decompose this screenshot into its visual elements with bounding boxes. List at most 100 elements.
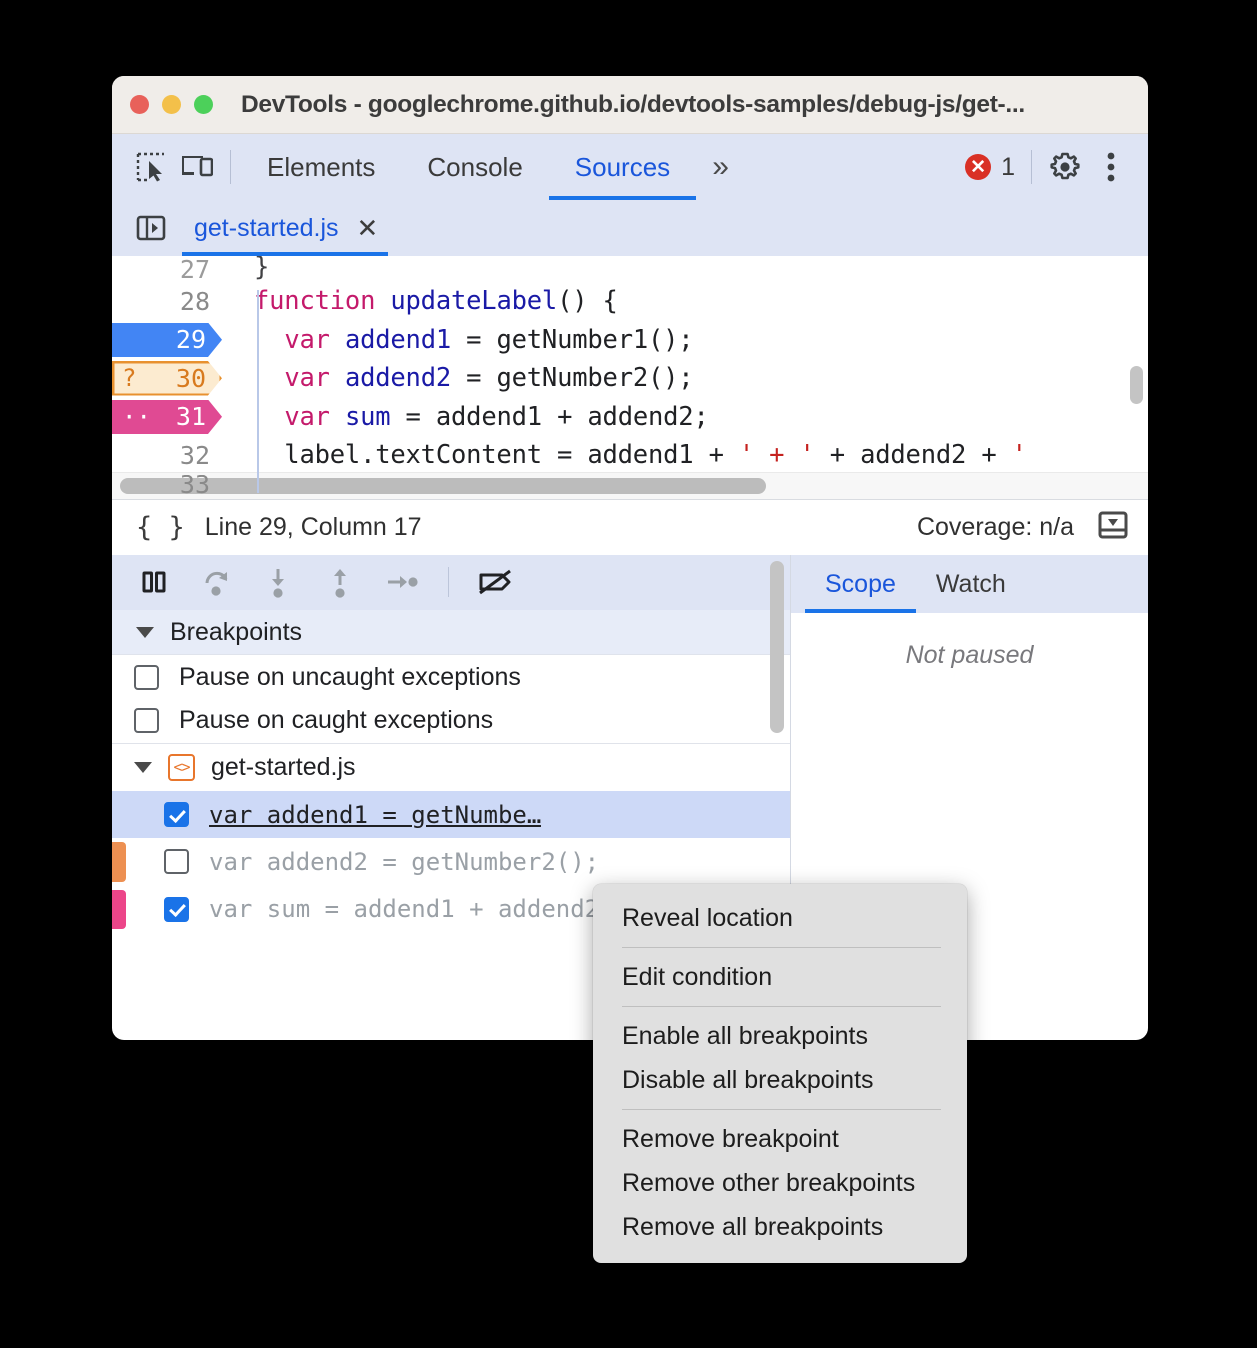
menu-item-remove-breakpoint[interactable]: Remove breakpoint [593,1117,967,1161]
breakpoint-enabled-checkbox[interactable] [164,802,189,828]
indent-guide [257,290,259,493]
line-number-gutter-29[interactable]: 29 [112,321,228,360]
minimize-window-button[interactable] [162,95,181,114]
close-icon[interactable]: ✕ [357,215,379,241]
step-icon[interactable] [380,560,424,604]
menu-separator [622,1006,941,1007]
source-file-tabstrip: get-started.js ✕ [112,200,1148,256]
breakpoint-code-text: var addend1 = getNumbe… [209,800,542,829]
line-number: 33 [179,474,210,495]
panel-tabs: Elements Console Sources [241,134,697,200]
menu-item-remove-all-breakpoints[interactable]: Remove all breakpoints [593,1205,967,1249]
tab-watch[interactable]: Watch [916,555,1026,613]
tab-scope-label: Scope [825,569,896,598]
menu-item-edit-condition[interactable]: Edit condition [593,955,967,999]
debugger-toolbar [112,555,790,610]
code-rows: 27 } 28 function updateLabel() { 29 var … [112,256,1148,495]
line-number: 27 [179,256,210,282]
error-badge[interactable]: ✕ 1 [959,153,1021,182]
breakpoint-marker-conditional[interactable]: ? 30 [112,361,222,396]
error-count: 1 [1001,152,1015,181]
code-line-29: 29 var addend1 = getNumber1(); [112,321,1148,360]
code-editor[interactable]: 27 } 28 function updateLabel() { 29 var … [112,256,1148,499]
tab-console[interactable]: Console [401,134,548,200]
line-number-gutter-31[interactable]: ·· 31 [112,398,228,437]
code-line-28: 28 function updateLabel() { [112,282,1148,321]
window-controls [130,95,213,114]
js-file-icon: <> [168,753,195,781]
breakpoint-list-item[interactable]: var addend2 = getNumber2(); [112,838,790,886]
line-code: label.textContent = addend1 + ' + ' + ad… [254,440,1027,471]
file-tab-label: get-started.js [194,213,339,242]
breakpoint-marker-logpoint[interactable]: ·· 31 [112,400,222,435]
pause-icon[interactable] [132,560,176,604]
error-icon: ✕ [965,154,992,180]
tab-sources-label: Sources [574,151,671,182]
breakpoint-marker-blue[interactable]: 29 [112,323,222,358]
menu-separator [622,947,941,948]
step-into-icon[interactable] [256,560,300,604]
menu-item-reveal-location[interactable]: Reveal location [593,896,967,940]
breakpoint-enabled-checkbox[interactable] [164,849,189,875]
line-code: function updateLabel() { [254,286,618,317]
window-titlebar: DevTools - googlechrome.github.io/devtoo… [112,76,1148,134]
scope-empty-message: Not paused [905,641,1034,669]
pause-on-caught-exceptions-checkbox[interactable] [134,708,159,734]
tab-sources[interactable]: Sources [548,134,697,200]
step-out-icon[interactable] [318,560,362,604]
pause-on-uncaught-exceptions-label: Pause on uncaught exceptions [179,662,521,691]
step-over-icon[interactable] [194,560,238,604]
deactivate-breakpoints-icon[interactable] [473,560,517,604]
debugger-split: Breakpoints Pause on uncaught exceptions… [112,555,1148,933]
line-code: var addend2 = getNumber2(); [284,363,694,394]
menu-item-enable-all-breakpoints[interactable]: Enable all breakpoints [593,1014,967,1058]
tab-elements-label: Elements [267,151,376,182]
line-code: var addend1 = getNumber1(); [284,324,694,355]
inspect-element-icon[interactable] [128,144,174,190]
line-number: 28 [179,286,210,316]
line-number-gutter-30[interactable]: ? 30 [112,359,228,398]
breakpoints-scrollbar[interactable] [770,561,784,733]
breakpoint-code-text: var addend2 = getNumber2(); [209,847,600,876]
pause-on-uncaught-exceptions-checkbox[interactable] [134,664,159,690]
menu-item-disable-all-breakpoints[interactable]: Disable all breakpoints [593,1058,967,1102]
breakpoint-enabled-checkbox[interactable] [164,896,189,922]
toolbar-divider-2 [1031,150,1032,184]
conditional-breakpoint-glyph: ? [122,364,137,393]
kebab-menu-icon[interactable] [1088,144,1134,190]
breakpoints-section-title: Breakpoints [170,617,303,646]
breakpoint-color-edge [112,889,126,929]
pause-on-caught-exceptions-row[interactable]: Pause on caught exceptions [112,699,790,743]
toolbar-divider [448,567,449,598]
line-code: var sum = addend1 + addend2; [284,401,709,432]
file-tab-get-started-js[interactable]: get-started.js ✕ [174,200,396,256]
breakpoint-list-item[interactable]: var addend1 = getNumbe… [112,790,790,839]
pause-on-uncaught-exceptions-row[interactable]: Pause on uncaught exceptions [112,655,790,700]
device-toolbar-icon[interactable] [174,144,220,190]
breakpoint-code-text: var sum = addend1 + addend2; [209,895,614,924]
line-code: } [254,256,270,282]
code-line-32: 32 label.textContent = addend1 + ' + ' +… [112,436,1148,475]
line-number: 32 [179,440,210,470]
menu-item-remove-other-breakpoints[interactable]: Remove other breakpoints [593,1161,967,1205]
scope-watch-tabstrip: Scope Watch [791,555,1148,613]
chevron-down-icon [134,761,152,773]
pretty-print-icon[interactable]: { } [136,512,185,543]
editor-vertical-scrollbar[interactable] [1130,366,1143,404]
close-window-button[interactable] [130,95,149,114]
breakpoint-file-group-header[interactable]: <> get-started.js [112,743,790,791]
show-drawer-icon[interactable] [1096,508,1130,547]
pause-on-caught-exceptions-label: Pause on caught exceptions [179,706,494,735]
gear-icon[interactable] [1042,144,1088,190]
menu-separator [622,1109,941,1110]
show-navigator-icon[interactable] [128,205,174,251]
breakpoints-section-header[interactable]: Breakpoints [112,609,790,656]
maximize-window-button[interactable] [194,95,213,114]
more-tabs-chevron-icon[interactable]: » [696,150,739,184]
tab-console-label: Console [427,151,523,182]
screenshot-root: DevTools - googlechrome.github.io/devtoo… [0,0,1257,1348]
tab-scope[interactable]: Scope [805,555,916,613]
tab-elements[interactable]: Elements [241,134,401,200]
editor-horizontal-scrollbar[interactable] [112,472,1148,499]
code-line-31: ·· 31 var sum = addend1 + addend2; [112,398,1148,437]
